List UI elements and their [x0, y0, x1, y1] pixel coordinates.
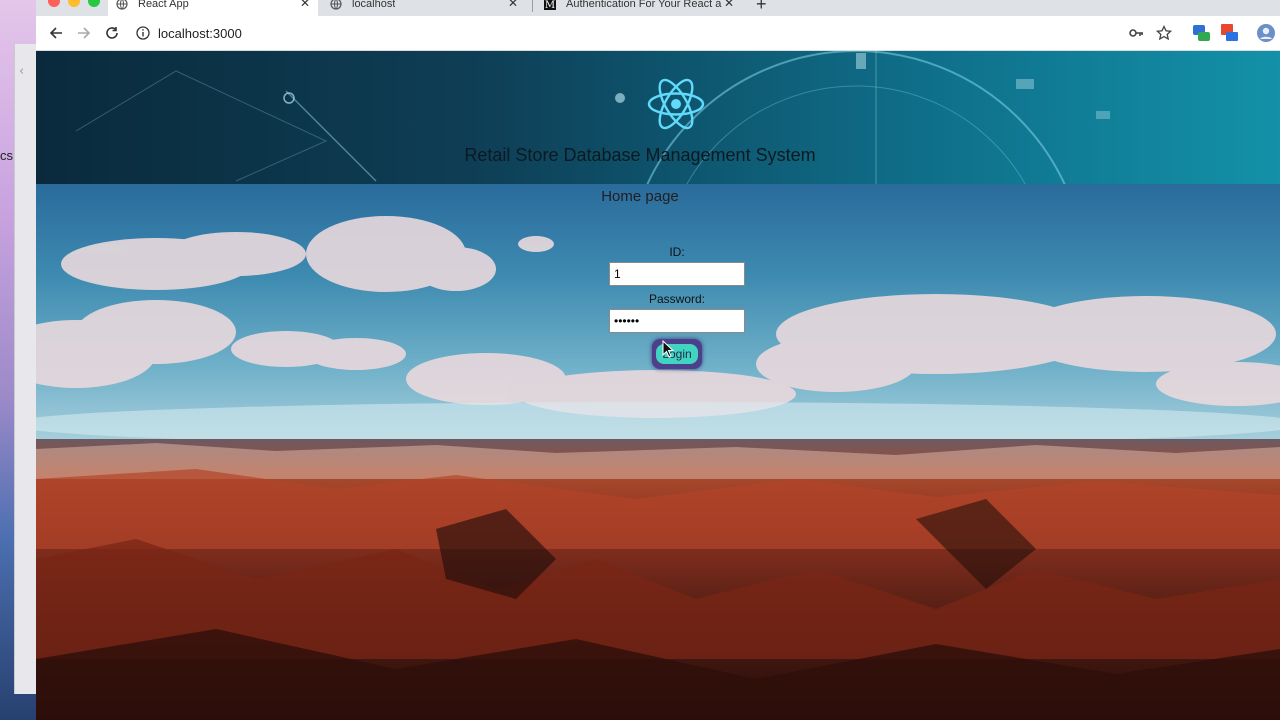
extension-icon	[1193, 25, 1210, 41]
bookmark-button[interactable]	[1154, 23, 1174, 43]
browser-window: React App ✕ localhost ✕ M Authentication…	[36, 0, 1280, 720]
medium-icon: M	[544, 0, 556, 10]
tab-title: localhost	[352, 0, 396, 10]
avatar	[1257, 24, 1275, 42]
password-key-button[interactable]	[1126, 23, 1146, 43]
close-window-button[interactable]	[48, 0, 60, 7]
password-input[interactable]	[609, 309, 745, 333]
header-banner: Retail Store Database Management System	[36, 51, 1280, 184]
back-button[interactable]	[46, 23, 66, 43]
page-title: Retail Store Database Management System	[464, 145, 816, 165]
globe-icon	[116, 0, 128, 10]
svg-text:M: M	[545, 0, 555, 10]
info-icon[interactable]	[136, 26, 150, 40]
canyon-ridges-graphic	[36, 443, 1280, 720]
mouse-cursor-icon	[662, 340, 674, 358]
web-page: Retail Store Database Management System	[36, 51, 1280, 720]
close-tab-icon[interactable]: ✕	[724, 0, 734, 10]
extension-button[interactable]	[1220, 23, 1240, 43]
browser-toolbar: localhost:3000	[36, 16, 1280, 51]
react-logo-icon	[647, 78, 705, 130]
arrow-left-icon	[49, 27, 62, 39]
id-label: ID:	[669, 245, 685, 259]
tab-react-app[interactable]: React App ✕	[108, 0, 318, 16]
tab-divider	[532, 0, 533, 12]
reload-icon	[106, 27, 118, 39]
back-arrow-icon: ‹	[19, 64, 25, 79]
extension-button[interactable]	[1192, 23, 1212, 43]
reload-button[interactable]	[102, 23, 122, 43]
star-icon	[1156, 25, 1172, 41]
tab-authentication[interactable]: M Authentication For Your React a ✕	[536, 0, 742, 16]
close-tab-icon[interactable]: ✕	[300, 0, 310, 10]
login-form: ID: Password: Login	[609, 244, 745, 369]
id-input[interactable]	[609, 262, 745, 286]
url-text: localhost:3000	[158, 25, 242, 41]
desktop-background: ‹ cs	[0, 0, 37, 720]
arrow-right-icon	[78, 27, 91, 39]
password-label: Password:	[648, 292, 706, 306]
background-landscape: Home page ID: Password: Login	[36, 184, 1280, 720]
background-window: ‹	[14, 44, 37, 694]
address-bar[interactable]: localhost:3000	[136, 20, 1136, 46]
home-page-heading: Home page	[601, 188, 679, 205]
canyon-background	[36, 439, 1280, 720]
login-button[interactable]: Login	[652, 339, 702, 369]
tab-title: Authentication For Your React a	[566, 0, 722, 10]
minimize-window-button[interactable]	[68, 0, 80, 7]
extension-icon	[1221, 24, 1238, 41]
maximize-window-button[interactable]	[88, 0, 100, 7]
tab-title: React App	[138, 0, 189, 10]
background-window-text: cs	[0, 148, 13, 163]
globe-icon	[330, 0, 342, 10]
new-tab-button[interactable]: +	[756, 0, 767, 15]
forward-button[interactable]	[74, 23, 94, 43]
close-tab-icon[interactable]: ✕	[508, 0, 518, 10]
tab-strip: React App ✕ localhost ✕ M Authentication…	[36, 0, 1280, 16]
profile-button[interactable]	[1256, 23, 1276, 43]
tab-localhost[interactable]: localhost ✕	[322, 0, 526, 16]
key-icon	[1129, 29, 1143, 37]
